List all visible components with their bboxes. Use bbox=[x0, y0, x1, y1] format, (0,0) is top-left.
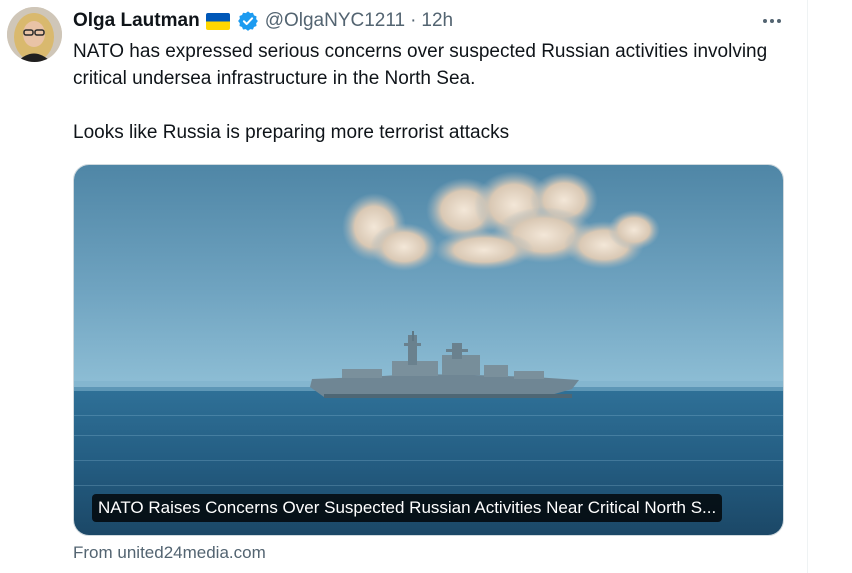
card-image bbox=[74, 165, 783, 535]
column-divider bbox=[807, 0, 808, 573]
tweet-page: Olga Lautman @OlgaNYC1211 · 12h NATO has… bbox=[0, 0, 852, 573]
tweet-text: NATO has expressed serious concerns over… bbox=[73, 38, 793, 146]
verified-badge-icon[interactable] bbox=[237, 10, 259, 32]
avatar-image bbox=[7, 7, 62, 62]
avatar[interactable] bbox=[7, 7, 62, 62]
more-dots-icon[interactable] bbox=[761, 12, 783, 30]
ukraine-flag-icon bbox=[205, 12, 230, 30]
card-title[interactable]: NATO Raises Concerns Over Suspected Russ… bbox=[92, 494, 723, 522]
separator-dot: · bbox=[410, 10, 417, 31]
card-source[interactable]: From united24media.com bbox=[73, 543, 266, 563]
tweet-paragraph-2: Looks like Russia is preparing more terr… bbox=[73, 122, 510, 143]
tweet-paragraph-1: NATO has expressed serious concerns over… bbox=[73, 41, 768, 89]
author-handle[interactable]: @OlgaNYC1211 bbox=[265, 10, 405, 32]
author-display-name[interactable]: Olga Lautman bbox=[73, 10, 200, 32]
link-card[interactable]: NATO Raises Concerns Over Suspected Russ… bbox=[73, 164, 784, 536]
tweet-timestamp[interactable]: 12h bbox=[421, 10, 453, 32]
tweet-header: Olga Lautman @OlgaNYC1211 · 12h bbox=[73, 8, 453, 34]
